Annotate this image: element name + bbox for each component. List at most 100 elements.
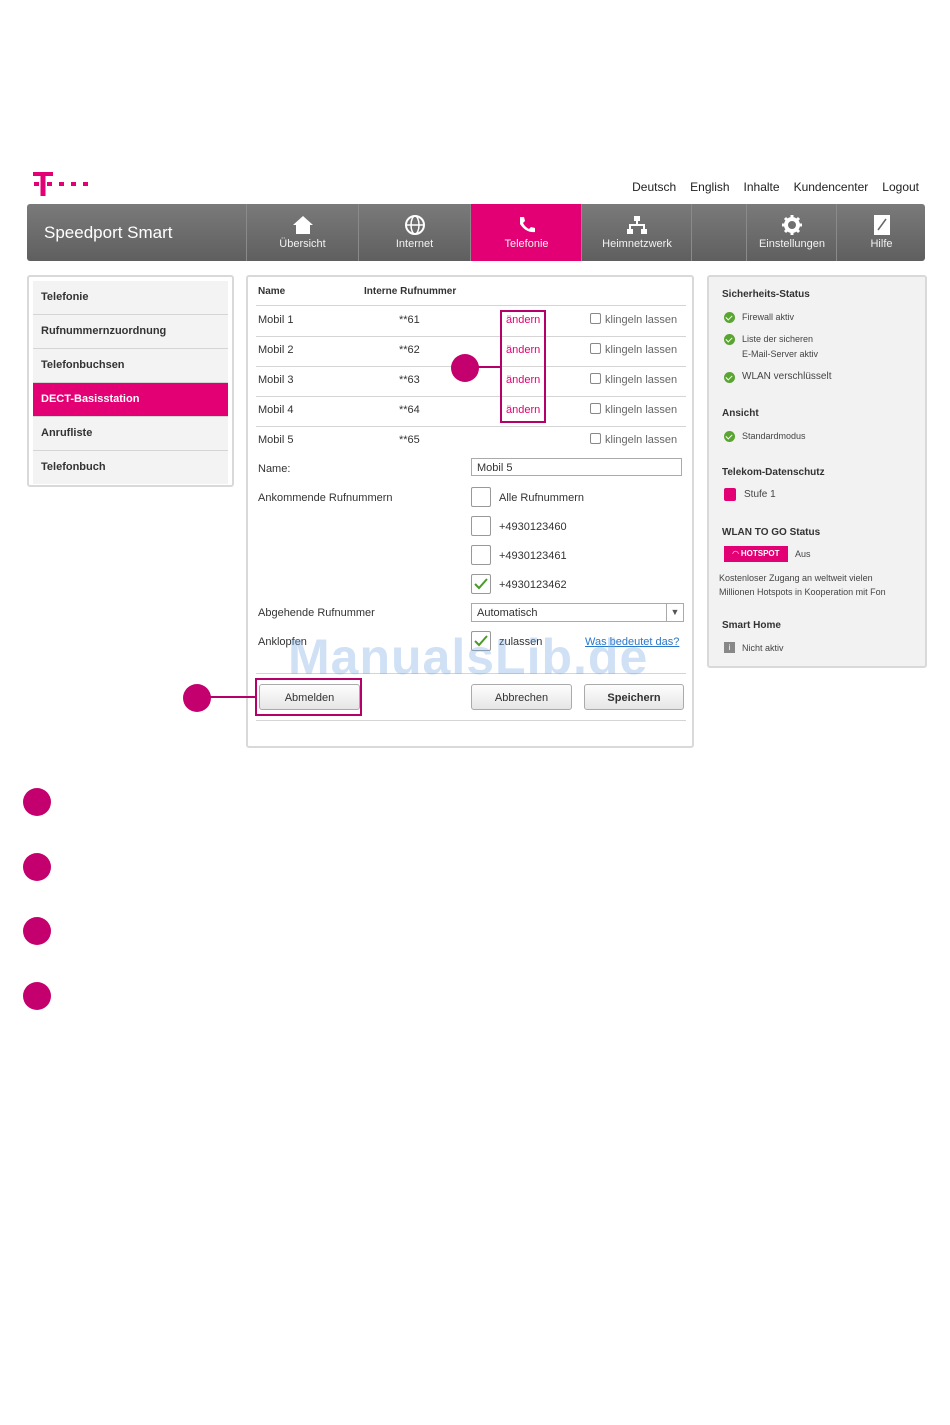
smarthome-state: Nicht aktiv [742,643,784,653]
divider [256,720,686,721]
legend-marker [23,788,51,816]
check-icon [724,431,735,442]
view-title: Ansicht [722,408,759,419]
nav-uebersicht[interactable]: Übersicht [246,204,358,261]
sidebar-item-telefonbuch[interactable]: Telefonbuch [33,451,228,484]
checkbox-number-3[interactable] [471,574,491,594]
checkbox-label: Alle Rufnummern [499,492,584,504]
outgoing-select[interactable]: Automatisch ▼ [471,603,684,622]
callout-marker [451,354,479,382]
smarthome-title: Smart Home [722,620,781,631]
sidebar-item-anrufliste[interactable]: Anrufliste [33,417,228,451]
table-row: Mobil 1 **61 ändern klingeln lassen [248,306,692,336]
handset-number: **65 [399,434,420,446]
bell-icon [590,373,601,384]
mailserver-status-line1: Liste der sicheren [742,334,814,344]
bell-icon [590,343,601,354]
info-icon: i [724,642,735,653]
wlan-status: WLAN verschlüsselt [742,371,832,382]
column-header-name: Name [258,286,286,297]
nav-label: Internet [395,238,434,250]
top-links: Deutsch English Inhalte Kundencenter Log… [632,180,919,194]
wifi-icon: ◠ [732,549,741,558]
security-status-title: Sicherheits-Status [722,289,810,300]
nav-hilfe[interactable]: Hilfe [836,204,926,261]
phone-icon [519,217,535,233]
firewall-status: Firewall aktiv [742,312,795,322]
ring-button[interactable]: klingeln lassen [590,343,677,356]
sidebar-item-telefonbuchsen[interactable]: Telefonbuchsen [33,349,228,383]
network-icon [627,216,647,234]
privacy-icon [724,488,736,501]
cancel-button[interactable]: Abbrechen [471,684,572,710]
ring-button[interactable]: klingeln lassen [590,403,677,416]
hotspot-state: Aus [795,549,811,559]
wlantogo-title: WLAN TO GO Status [722,527,821,538]
ring-button[interactable]: klingeln lassen [590,433,677,446]
link-kundencenter[interactable]: Kundencenter [794,180,869,194]
checkbox-all-numbers[interactable] [471,487,491,507]
checkbox-number-2[interactable] [471,545,491,565]
checkmark-icon [474,578,488,590]
bell-icon [590,313,601,324]
save-button[interactable]: Speichern [584,684,684,710]
link-logout[interactable]: Logout [882,180,919,194]
table-row: Mobil 4 **64 ändern klingeln lassen [248,396,692,426]
hotspot-description-line2: Millionen Hotspots in Kooperation mit Fo… [719,587,886,597]
name-input[interactable]: Mobil 5 [471,458,682,476]
sidebar: Telefonie Rufnummernzuordnung Telefonbuc… [27,275,234,487]
handset-number: **61 [399,314,420,326]
nav-einstellungen[interactable]: Einstellungen [746,204,837,261]
chevron-down-icon: ▼ [666,604,683,621]
highlight-change-links [500,310,546,423]
handset-name: Mobil 2 [258,344,294,356]
status-panel: Sicherheits-Status Firewall aktiv Liste … [707,275,927,668]
check-icon [724,312,735,323]
checkbox-label: +4930123462 [499,579,567,591]
legend-marker [23,982,51,1010]
incoming-label: Ankommende Rufnummern [258,492,393,504]
nav-label: Einstellungen [758,238,826,250]
nav-internet[interactable]: Internet [358,204,470,261]
nav-label: Hilfe [870,238,893,250]
brand-title: Speedport Smart [44,223,173,242]
column-header-number: Interne Rufnummer [364,286,457,297]
sidebar-item-dect-basisstation[interactable]: DECT-Basisstation [33,383,228,417]
privacy-level: Stufe 1 [744,489,776,500]
handset-number: **64 [399,404,420,416]
checkbox-label: +4930123461 [499,550,567,562]
handset-name: Mobil 4 [258,404,294,416]
hotspot-badge: ◠ HOTSPOT [724,546,788,562]
bell-icon [590,433,601,444]
mailserver-status-line2: E-Mail-Server aktiv [742,349,819,359]
outgoing-label: Abgehende Rufnummer [258,607,375,619]
gear-icon [782,215,802,235]
name-label: Name: [258,463,291,475]
handset-name: Mobil 3 [258,374,294,386]
nav-spacer [691,204,746,261]
ring-button[interactable]: klingeln lassen [590,373,677,386]
help-icon [873,215,890,235]
link-english[interactable]: English [690,180,729,194]
check-icon [724,372,735,383]
nav-label: Telefonie [504,238,549,250]
handset-number: **62 [399,344,420,356]
checkbox-number-1[interactable] [471,516,491,536]
nav-label: Übersicht [279,238,326,250]
watermark: ManualsLib.de [288,629,649,685]
nav-telefonie[interactable]: Telefonie [470,204,582,261]
link-deutsch[interactable]: Deutsch [632,180,676,194]
callout-connector [205,696,255,698]
sidebar-item-rufnummernzuordnung[interactable]: Rufnummernzuordnung [33,315,228,349]
home-icon [292,216,313,234]
table-row: Mobil 5 **65 klingeln lassen [248,426,692,456]
sidebar-item-telefonie[interactable]: Telefonie [33,281,228,315]
ring-button[interactable]: klingeln lassen [590,313,677,326]
handset-name: Mobil 1 [258,314,294,326]
hotspot-description-line1: Kostenloser Zugang an weltweit vielen [719,573,873,583]
nav-heimnetzwerk[interactable]: Heimnetzwerk [581,204,692,261]
check-icon [724,334,735,345]
link-inhalte[interactable]: Inhalte [744,180,780,194]
telekom-logo [33,172,88,196]
globe-icon [404,215,425,235]
